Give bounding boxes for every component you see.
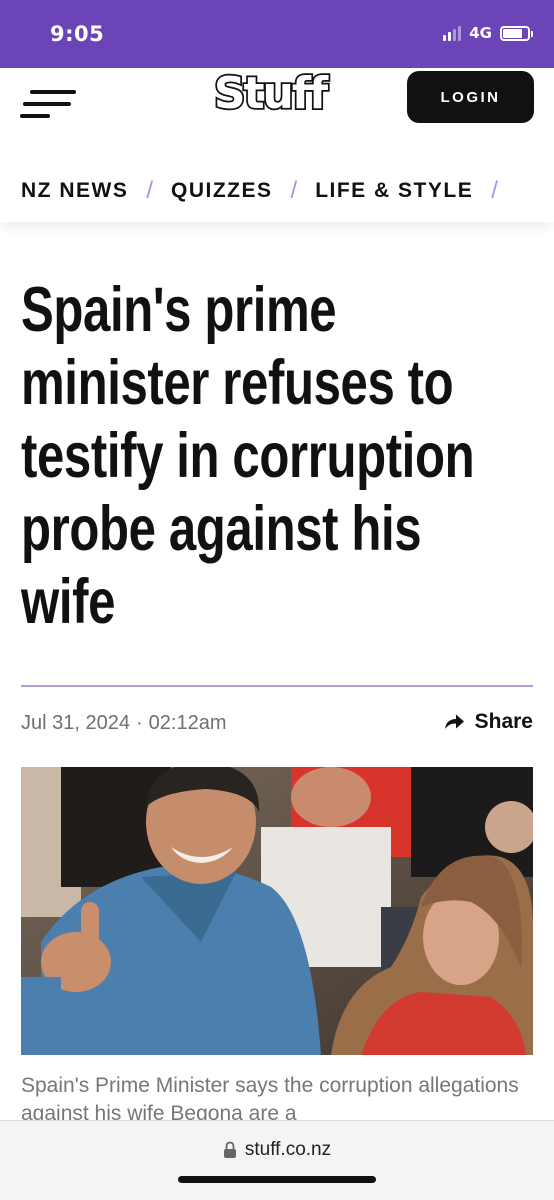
browser-url-bar: stuff.co.nz xyxy=(0,1120,554,1200)
nav-item-quizzes[interactable]: QUIZZES xyxy=(171,179,273,203)
nav-separator: / xyxy=(290,177,298,204)
network-type: 4G xyxy=(469,24,492,42)
headline-divider xyxy=(21,685,533,687)
article-photo[interactable] xyxy=(21,767,533,1055)
nav-separator: / xyxy=(146,177,153,204)
login-button[interactable]: LOGIN xyxy=(407,71,534,123)
headline-line: minister refuses to xyxy=(21,348,454,418)
headline-line: probe against his xyxy=(21,494,422,564)
article-time: 02:12am xyxy=(148,712,227,734)
article-date: Jul 31, 2024 xyxy=(21,712,130,734)
meta-dot: · xyxy=(135,712,143,734)
nav-item-life-style[interactable]: LIFE & STYLE xyxy=(315,179,473,203)
headline-line: testify in corruption xyxy=(21,421,475,491)
share-button[interactable]: Share xyxy=(443,710,533,734)
site-header: Stuff LOGIN xyxy=(0,68,554,158)
stuff-logo[interactable]: Stuff xyxy=(200,68,340,118)
share-label: Share xyxy=(474,710,533,733)
url-text: stuff.co.nz xyxy=(244,1139,332,1160)
battery-icon xyxy=(500,25,533,41)
nav-item-nz-news[interactable]: NZ NEWS xyxy=(21,179,128,203)
article-meta: Jul 31, 2024 · 02:12am xyxy=(21,712,227,735)
photo-caption: Spain's Prime Minister says the corrupti… xyxy=(21,1074,519,1120)
status-time: 9:05 xyxy=(50,22,105,46)
headline-line: wife xyxy=(21,567,116,637)
logo-text: Stuff xyxy=(214,68,329,118)
status-indicators: 4G xyxy=(443,24,533,42)
lock-icon xyxy=(223,1141,236,1158)
signal-icon xyxy=(443,25,462,41)
hamburger-menu-icon[interactable] xyxy=(20,84,78,124)
headline-line: Spain's prime xyxy=(21,275,337,345)
share-arrow-icon xyxy=(444,714,464,729)
status-bar: 9:05 4G xyxy=(0,0,554,68)
url-display[interactable]: stuff.co.nz xyxy=(0,1139,554,1161)
nav-separator: / xyxy=(491,177,498,204)
photo-illustration xyxy=(21,767,533,1055)
home-indicator[interactable] xyxy=(178,1176,376,1183)
article-headline: Spain's prime minister refuses to testif… xyxy=(21,274,536,639)
section-nav: NZ NEWS / QUIZZES / LIFE & STYLE / xyxy=(0,160,554,222)
